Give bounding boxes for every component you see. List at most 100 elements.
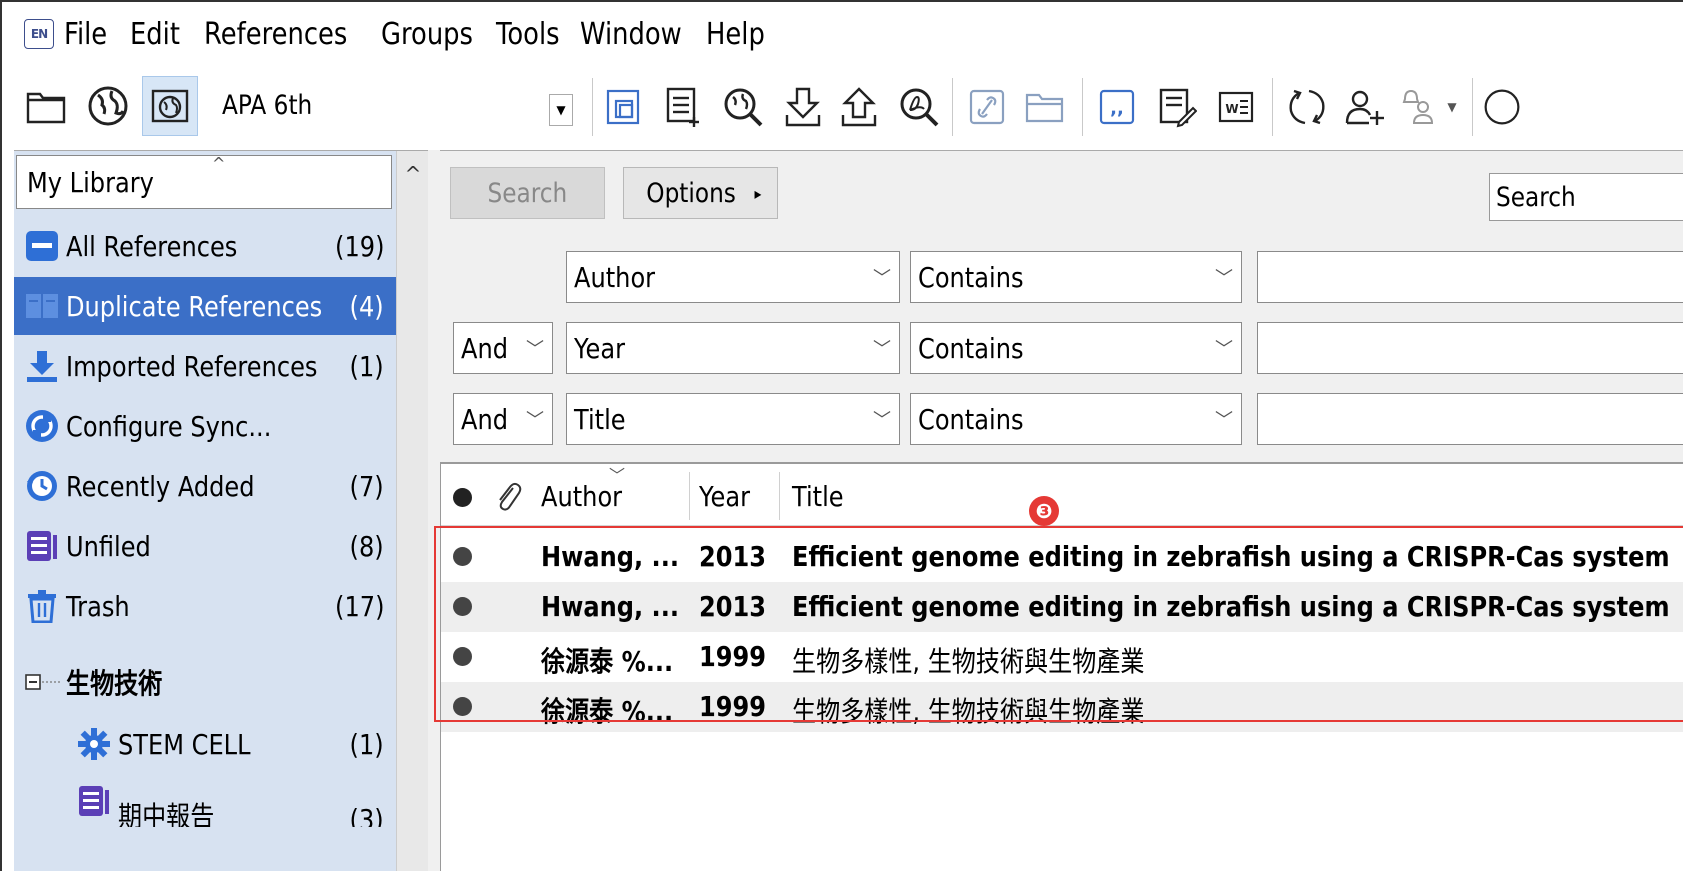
unread-dot-icon — [453, 697, 472, 716]
share-notify-icon[interactable] — [1394, 80, 1444, 134]
return-to-word-icon[interactable]: W — [1212, 80, 1262, 134]
integrated-library-icon[interactable] — [142, 76, 198, 136]
unfiled-icon — [24, 528, 60, 564]
group-imported-references[interactable]: Imported References (1) — [14, 337, 396, 395]
table-row[interactable]: 徐源泰 %... 1999 生物多樣性, 生物技術與生物產業 — [441, 632, 1683, 682]
group-unfiled[interactable]: Unfiled (8) — [14, 517, 396, 575]
table-row[interactable]: Hwang, ... 2013 Efficient genome editing… — [441, 582, 1683, 632]
find-full-text-icon[interactable] — [894, 80, 944, 134]
unread-dot-icon — [453, 597, 472, 616]
style-dropdown-icon[interactable]: ▼ — [549, 94, 573, 126]
chevron-down-icon: ﹀ — [1215, 268, 1233, 289]
menu-help[interactable]: Help — [706, 17, 765, 52]
chevron-down-icon: ﹀ — [526, 410, 544, 431]
chevron-down-icon: ﹀ — [873, 410, 891, 431]
online-search-icon[interactable] — [80, 76, 136, 136]
table-row[interactable]: 徐源泰 %... 1999 生物多樣性, 生物技術與生物產業 — [441, 682, 1683, 732]
group-midterm-report[interactable]: 期中報告 (3) — [14, 775, 396, 827]
unread-dot-icon — [453, 647, 472, 666]
chevron-down-icon: ﹀ — [1215, 339, 1233, 360]
group-recently-added[interactable]: Recently Added (7) — [14, 457, 396, 515]
endnote-logo-icon: EN — [24, 19, 54, 49]
chevron-up-icon[interactable]: ^ — [212, 154, 225, 173]
options-button[interactable]: Options ▸ — [623, 167, 778, 219]
library-selector[interactable]: My Library ^ — [16, 154, 392, 209]
toolbar-separator — [952, 78, 953, 136]
chevron-down-icon: ﹀ — [873, 339, 891, 360]
open-file-icon[interactable] — [1020, 80, 1070, 134]
toolbar: APA 6th ▼ ,, W ▼ — [2, 68, 1683, 150]
group-configure-sync[interactable]: Configure Sync... — [14, 397, 396, 455]
insert-citation-icon[interactable]: ,, — [1092, 80, 1142, 134]
read-status-column-icon[interactable] — [453, 488, 472, 507]
imported-references-icon — [24, 348, 60, 384]
menu-tools[interactable]: Tools — [496, 17, 560, 52]
toolbar-separator — [1272, 78, 1273, 136]
search-field-select-2[interactable]: Year ﹀ — [566, 322, 900, 374]
sort-indicator-icon: ﹀ — [609, 466, 626, 485]
share-dropdown-icon[interactable]: ▼ — [1440, 80, 1464, 134]
trash-icon — [24, 588, 60, 624]
menu-file[interactable]: File — [64, 17, 107, 52]
library-selector-label: My Library — [27, 165, 154, 199]
group-duplicate-references[interactable]: Duplicate References (4) — [14, 277, 396, 335]
search-value-input-2[interactable] — [1257, 322, 1683, 374]
format-bibliography-icon[interactable] — [1152, 80, 1202, 134]
unread-dot-icon — [453, 547, 472, 566]
group-icon — [76, 783, 112, 819]
group-trash[interactable]: Trash (17) — [14, 577, 396, 635]
attachment-column-icon[interactable] — [493, 480, 523, 521]
sync-icon[interactable] — [1282, 80, 1332, 134]
search-operator-select-2[interactable]: Contains ﹀ — [910, 322, 1242, 374]
help-icon[interactable] — [1482, 80, 1522, 134]
menu-edit[interactable]: Edit — [130, 17, 180, 52]
groups-scrollbar[interactable]: ^ — [396, 151, 428, 871]
menu-window[interactable]: Window — [580, 17, 682, 52]
online-search-magnifier-icon[interactable] — [718, 80, 768, 134]
search-field-select-1[interactable]: Author ﹀ — [566, 251, 900, 303]
chevron-down-icon: ﹀ — [526, 339, 544, 360]
search-operator-select-3[interactable]: Contains ﹀ — [910, 393, 1242, 445]
group-all-references[interactable]: All References (19) — [14, 217, 396, 275]
pane-splitter[interactable] — [428, 150, 440, 871]
search-mode-field[interactable]: Search — [1489, 173, 1683, 221]
search-operator-select-1[interactable]: Contains ﹀ — [910, 251, 1242, 303]
search-bool-select-3[interactable]: And ﹀ — [453, 393, 553, 445]
collapse-icon[interactable] — [24, 664, 64, 700]
recently-added-icon — [24, 468, 60, 504]
chevron-down-icon: ﹀ — [873, 268, 891, 289]
caret-right-icon: ▸ — [754, 183, 762, 203]
table-row[interactable]: Hwang, ... 2013 Efficient genome editing… — [441, 532, 1683, 582]
menu-groups[interactable]: Groups — [381, 17, 473, 52]
svg-text:W: W — [1225, 102, 1238, 116]
search-field-select-3[interactable]: Title ﹀ — [566, 393, 900, 445]
scroll-up-icon[interactable]: ^ — [397, 159, 429, 189]
group-stem-cell[interactable]: STEM CELL (1) — [14, 715, 396, 773]
group-set-biotech[interactable]: 生物技術 — [14, 653, 396, 711]
menu-bar: EN File Edit References Groups Tools Win… — [2, 2, 1683, 66]
step-marker: ❸ — [1029, 496, 1059, 526]
search-value-input-3[interactable] — [1257, 393, 1683, 445]
toolbar-separator — [1472, 78, 1473, 136]
local-library-icon[interactable] — [18, 76, 74, 136]
groups-panel: My Library ^ ^ All References (19) Dupli… — [14, 150, 428, 871]
open-link-icon[interactable] — [962, 80, 1012, 134]
import-icon[interactable] — [778, 80, 828, 134]
search-value-input-1[interactable] — [1257, 251, 1683, 303]
export-icon[interactable] — [834, 80, 884, 134]
menu-references[interactable]: References — [204, 17, 347, 52]
year-column-header[interactable]: Year — [699, 480, 758, 513]
new-reference-icon[interactable] — [658, 80, 708, 134]
reference-list: Author ﹀ Year Title Hwang, ... 2013 Effi… — [440, 462, 1683, 871]
configure-sync-icon — [24, 408, 60, 444]
search-button[interactable]: Search — [450, 167, 605, 219]
share-group-icon[interactable] — [1340, 80, 1390, 134]
output-style-select[interactable]: APA 6th — [222, 90, 312, 121]
search-bool-select-2[interactable]: And ﹀ — [453, 322, 553, 374]
title-column-header[interactable]: Title — [792, 480, 852, 513]
smart-group-icon — [76, 726, 112, 762]
column-separator[interactable] — [689, 472, 690, 520]
toolbar-separator — [592, 78, 593, 136]
copy-to-library-icon[interactable] — [598, 80, 648, 134]
column-separator[interactable] — [779, 472, 780, 520]
